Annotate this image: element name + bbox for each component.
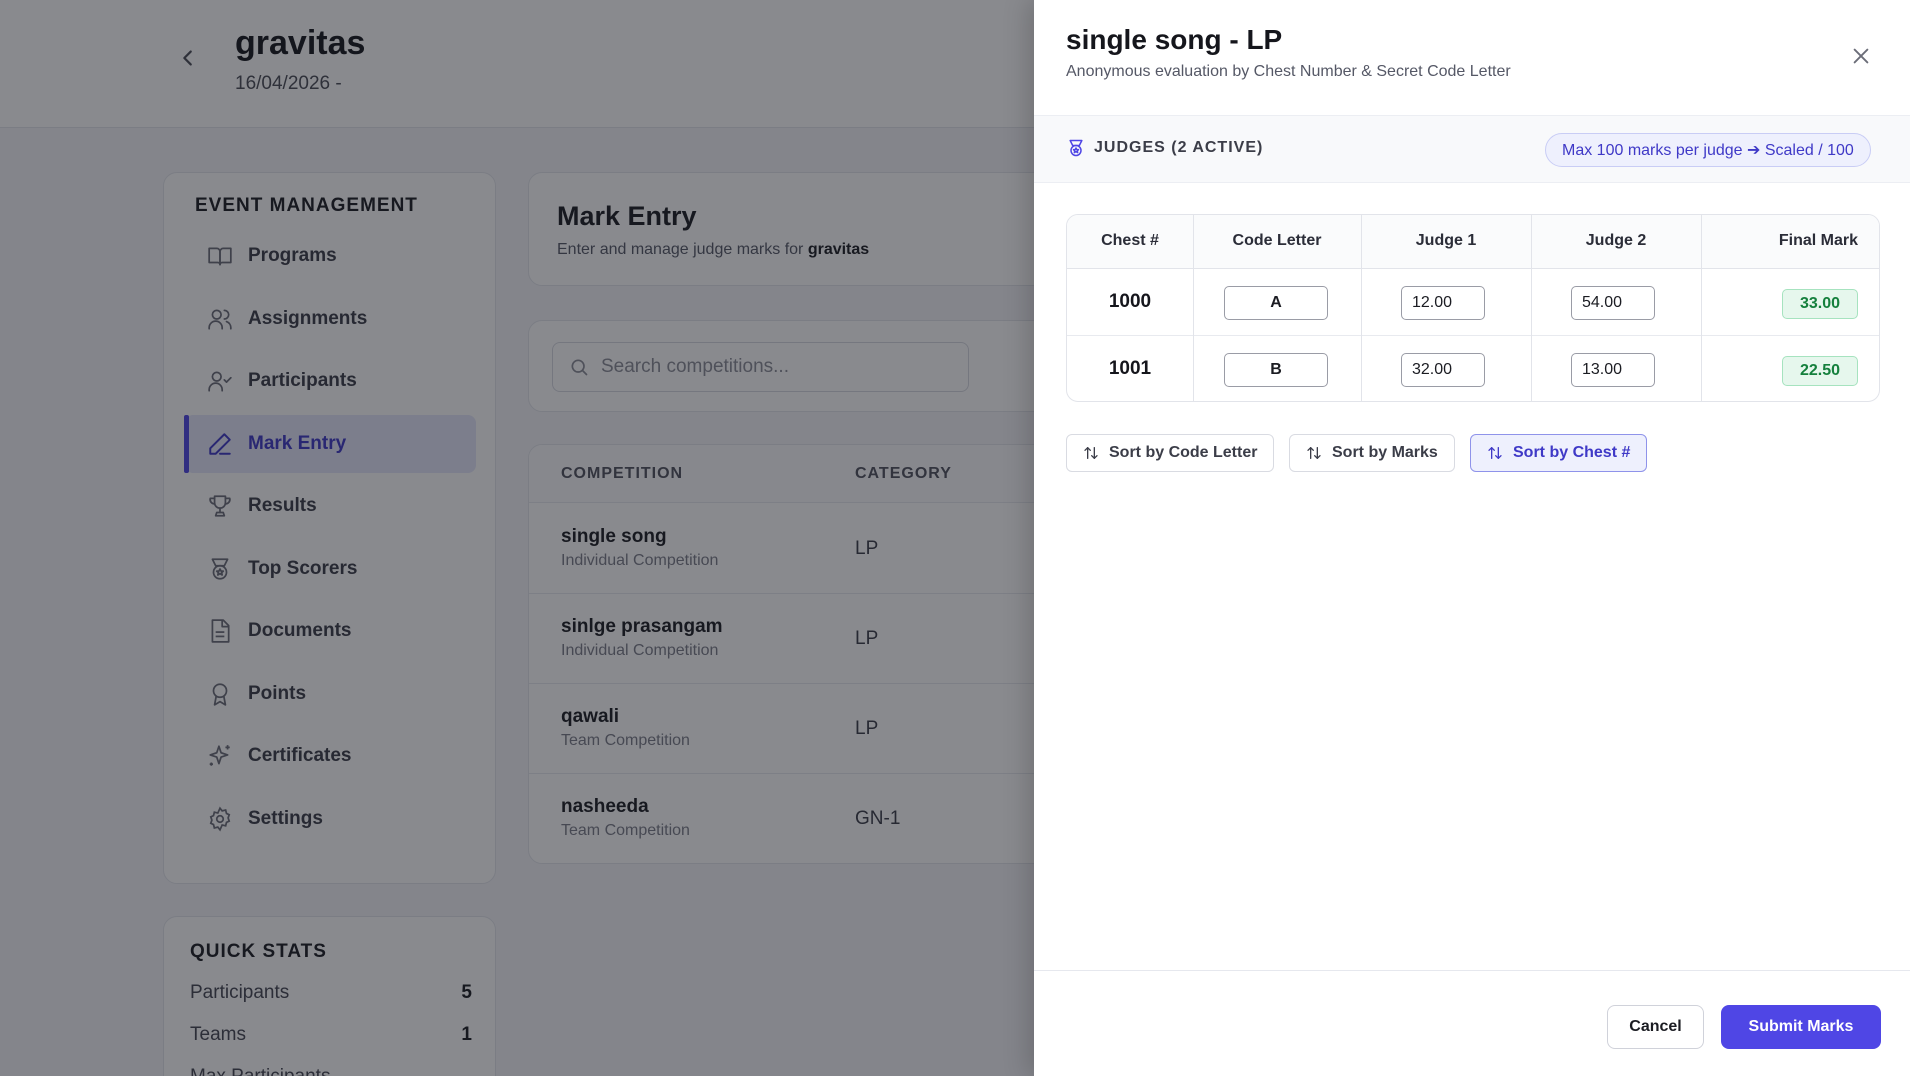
mark-entry-drawer: single song - LP Anonymous evaluation by… <box>1034 0 1920 1076</box>
column-header-judge-1: Judge 1 <box>1415 232 1477 249</box>
drawer-title: single song - LP <box>1066 24 1283 55</box>
sort-arrows-icon <box>1487 445 1503 461</box>
close-icon <box>1853 48 1869 64</box>
sort-button-label: Sort by Marks <box>1332 444 1438 461</box>
sort-arrows-icon <box>1306 445 1322 461</box>
judge-1-mark-input[interactable]: 32.00 <box>1401 353 1485 387</box>
chest-number: 1000 <box>1108 291 1152 312</box>
sort-by-chest-button[interactable]: Sort by Chest # <box>1470 434 1648 472</box>
column-header-judge-2: Judge 2 <box>1585 232 1647 249</box>
column-divider <box>1701 215 1702 401</box>
judge-2-mark-input[interactable]: 54.00 <box>1571 286 1655 320</box>
column-header-code-letter: Code Letter <box>1232 232 1322 249</box>
table-row: 1001 B 32.00 13.00 22.50 <box>1067 337 1879 401</box>
sort-button-label: Sort by Chest # <box>1513 444 1631 461</box>
judges-label: JUDGES (2 ACTIVE) <box>1066 138 1263 158</box>
table-row: 1000 A 12.00 54.00 33.00 <box>1067 270 1879 336</box>
medal-icon <box>1066 138 1086 158</box>
drawer-subtitle: Anonymous evaluation by Chest Number & S… <box>1066 63 1511 80</box>
table-header: Chest # Code Letter Judge 1 Judge 2 Fina… <box>1067 215 1879 269</box>
judge-1-mark-input[interactable]: 12.00 <box>1401 286 1485 320</box>
column-header-chest: Chest # <box>1101 232 1159 249</box>
column-divider <box>1531 215 1532 401</box>
submit-marks-button[interactable]: Submit Marks <box>1721 1005 1881 1049</box>
column-divider <box>1361 215 1362 401</box>
code-letter-field[interactable]: A <box>1224 286 1328 320</box>
judge-2-mark-input[interactable]: 13.00 <box>1571 353 1655 387</box>
column-divider <box>1193 215 1194 401</box>
code-letter-field[interactable]: B <box>1224 353 1328 387</box>
final-mark-badge: 33.00 <box>1782 289 1858 319</box>
sort-button-label: Sort by Code Letter <box>1109 444 1258 461</box>
sort-arrows-icon <box>1083 445 1099 461</box>
marks-table: Chest # Code Letter Judge 1 Judge 2 Fina… <box>1066 214 1880 402</box>
sort-by-code-letter-button[interactable]: Sort by Code Letter <box>1066 434 1275 472</box>
close-button[interactable] <box>1845 40 1877 72</box>
cancel-button[interactable]: Cancel <box>1607 1005 1704 1049</box>
scaling-info-badge: Max 100 marks per judge ➔ Scaled / 100 <box>1545 133 1871 167</box>
column-header-final-mark: Final Mark <box>1778 232 1858 249</box>
final-mark-badge: 22.50 <box>1782 356 1858 386</box>
judges-bar: JUDGES (2 ACTIVE) Max 100 marks per judg… <box>1034 115 1910 183</box>
judges-count: JUDGES (2 ACTIVE) <box>1094 139 1264 156</box>
sort-by-marks-button[interactable]: Sort by Marks <box>1289 434 1455 472</box>
chest-number: 1001 <box>1108 358 1152 379</box>
drawer-footer: Cancel Submit Marks <box>1034 970 1910 1076</box>
